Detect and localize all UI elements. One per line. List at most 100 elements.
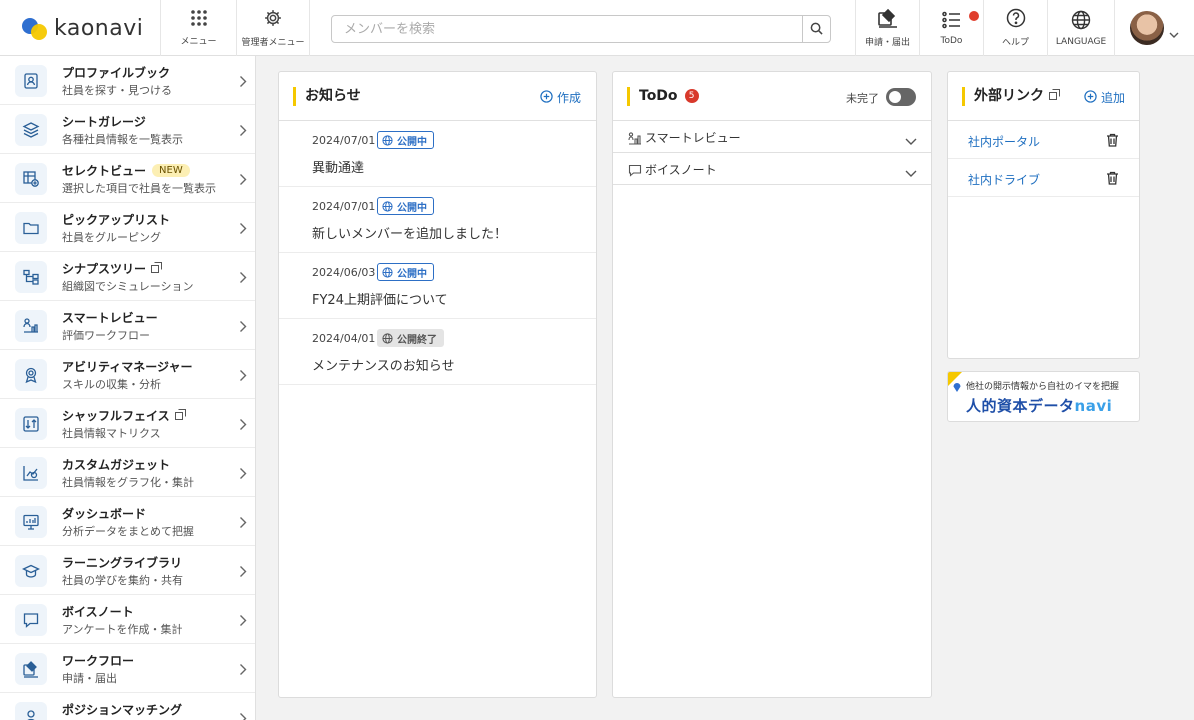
help-button[interactable]: ヘルプ <box>983 0 1047 56</box>
sidebar-item-description: 社員をグルーピング <box>62 231 161 244</box>
sidebar-item-title: セレクトビュー NEW <box>62 162 190 179</box>
status-badge: 公開終了 <box>377 329 444 347</box>
link-label[interactable]: 社内ドライブ <box>968 171 1040 188</box>
sidebar-item[interactable]: スマートレビュー評価ワークフロー <box>0 301 255 350</box>
sidebar-item-description: 組織図でシミュレーション <box>62 280 194 293</box>
folder-icon <box>22 219 40 237</box>
language-button[interactable]: LANGUAGE <box>1047 0 1115 56</box>
layers-icon <box>22 121 40 139</box>
sidebar-item-title: シナプスツリー <box>62 260 163 277</box>
chevron-right-icon <box>239 73 247 92</box>
plus-circle-icon <box>1084 89 1097 106</box>
globe-icon <box>382 266 393 278</box>
review-icon <box>22 317 40 335</box>
review-icon <box>628 130 642 149</box>
search-icon <box>810 20 823 39</box>
stamp-icon <box>877 8 899 32</box>
link-label[interactable]: 社内ポータル <box>968 133 1040 150</box>
top-header: kaonavi メニュー 管理者メニュー メンバーを検索 申請・届出 ToDo … <box>0 0 1194 56</box>
admin-menu-button[interactable]: 管理者メニュー <box>236 0 310 56</box>
trash-icon[interactable] <box>1106 170 1119 189</box>
incomplete-toggle[interactable] <box>886 88 916 106</box>
chevron-right-icon <box>239 269 247 288</box>
sidebar-item[interactable]: ボイスノート アンケートを作成・集計 <box>0 595 255 644</box>
sidebar-item-label: ボイスノート <box>62 605 134 619</box>
member-search <box>331 15 831 43</box>
sidebar-icon-box <box>15 163 47 195</box>
globe-icon <box>1071 10 1091 34</box>
sidebar-item[interactable]: アビリティマネージャー スキルの収集・分析 <box>0 350 255 399</box>
sidebar-icon-box <box>15 261 47 293</box>
sidebar-icon-box <box>15 604 47 636</box>
incomplete-label: 未完了 <box>846 92 879 105</box>
todo-row-smart-review[interactable]: スマートレビュー <box>613 121 931 153</box>
chevron-down-icon <box>905 131 917 150</box>
sidebar-icon-box <box>15 555 47 587</box>
sidebar-item-description: 社員を探す・見つける <box>62 84 172 97</box>
sidebar-item-title: シャッフルフェイス <box>62 407 186 424</box>
sidebar-item[interactable]: カスタムガジェット 社員情報をグラフ化・集計 <box>0 448 255 497</box>
sidebar-item[interactable]: プロファイルブック社員を探す・見つける <box>0 56 255 105</box>
link-item: 社内ドライブ <box>948 159 1139 197</box>
notice-date: 2024/04/01 <box>312 332 376 345</box>
chevron-right-icon <box>239 171 247 190</box>
sidebar-item[interactable]: セレクトビュー NEW 選択した項目で社員を一覧表示 <box>0 154 255 203</box>
sidebar-item[interactable]: シナプスツリー組織図でシミュレーション <box>0 252 255 301</box>
human-capital-data-banner[interactable]: 他社の開示情報から自社のイマを把握 人的資本データnavi <box>947 371 1140 422</box>
todo-row-voice-note[interactable]: ボイスノート <box>613 153 931 185</box>
sidebar-item-description: スキルの収集・分析 <box>62 378 161 391</box>
avatar[interactable] <box>1130 11 1164 45</box>
grid-icon <box>190 9 208 31</box>
new-badge: NEW <box>152 164 190 177</box>
sidebar-item[interactable]: ダッシュボード 分析データをまとめて把握 <box>0 497 255 546</box>
chevron-right-icon <box>239 514 247 533</box>
sidebar-item[interactable]: シャッフルフェイス社員情報マトリクス <box>0 399 255 448</box>
notice-item[interactable]: 2024/07/01 公開中 異動通達 <box>279 121 596 187</box>
sidebar-item-title: ダッシュボード <box>62 505 146 522</box>
notice-item[interactable]: 2024/04/01 公開終了メンテナンスのお知らせ <box>279 319 596 385</box>
notice-item[interactable]: 2024/06/03 公開中 FY24上期評価について <box>279 253 596 319</box>
sidebar-icon-box <box>15 310 47 342</box>
sidebar-item-title: スマートレビュー <box>62 309 158 326</box>
links-title: 外部リンク <box>962 87 1060 106</box>
todo-button[interactable]: ToDo <box>919 0 983 56</box>
notice-title: メンテナンスのお知らせ <box>312 359 455 374</box>
menu-button[interactable]: メニュー <box>160 0 236 56</box>
kaonavi-logo[interactable]: kaonavi <box>20 14 143 42</box>
sidebar-item[interactable]: ラーニングライブラリ 社員の学びを集約・共有 <box>0 546 255 595</box>
sidebar-item-description: 選択した項目で社員を一覧表示 <box>62 182 216 195</box>
chart-icon <box>22 464 40 482</box>
chevron-right-icon <box>239 318 247 337</box>
application-button[interactable]: 申請・届出 <box>855 0 919 56</box>
sidebar-item-title: プロファイルブック <box>62 64 170 81</box>
add-link-button[interactable]: 追加 <box>1084 89 1125 106</box>
search-input[interactable] <box>332 16 804 42</box>
sidebar-icon-box <box>15 653 47 685</box>
sidebar-item-description: 評価ワークフロー <box>62 329 150 342</box>
trash-icon[interactable] <box>1106 132 1119 151</box>
sidebar-item[interactable]: ポジションマッチング <box>0 693 255 720</box>
sidebar-item-title: ピックアップリスト <box>62 211 170 228</box>
sidebar-item-title: ボイスノート <box>62 603 134 620</box>
chevron-down-icon[interactable] <box>1169 24 1179 43</box>
notice-item[interactable]: 2024/07/01 公開中 新しいメンバーを追加しました！ <box>279 187 596 253</box>
sidebar-item-title: ワークフロー <box>62 652 134 669</box>
notice-title: 新しいメンバーを追加しました！ <box>312 227 508 242</box>
sidebar-item-label: ポジションマッチング <box>62 703 183 717</box>
sidebar-item-description: 社員情報マトリクス <box>62 427 161 440</box>
notice-list: 2024/07/01 公開中 異動通達 2024/07/01 公開中 新しいメンバーを追加… <box>279 121 596 385</box>
application-label: 申請・届出 <box>864 38 910 48</box>
links-title-text: 外部リンク <box>974 88 1044 104</box>
sidebar-item[interactable]: シートガレージ 各種社員情報を一覧表示 <box>0 105 255 154</box>
chevron-right-icon <box>239 612 247 631</box>
sidebar: プロファイルブック 社員を探す・見つける シートガレージ 各種社員情報を一覧表示 セレク… <box>0 56 256 720</box>
sidebar-icon-box <box>15 65 47 97</box>
notice-date: 2024/07/01 <box>312 134 376 147</box>
create-notice-button[interactable]: 作成 <box>540 89 581 106</box>
sidebar-item-description: 各種社員情報を一覧表示 <box>62 133 183 146</box>
todo-header: ToDo 5 未完了 <box>613 72 931 121</box>
sidebar-item[interactable]: ピックアップリスト社員をグルーピング <box>0 203 255 252</box>
sidebar-item[interactable]: ワークフロー 申請・届出 <box>0 644 255 693</box>
todo-row-label: ボイスノート <box>645 163 717 177</box>
search-button[interactable] <box>802 16 830 42</box>
